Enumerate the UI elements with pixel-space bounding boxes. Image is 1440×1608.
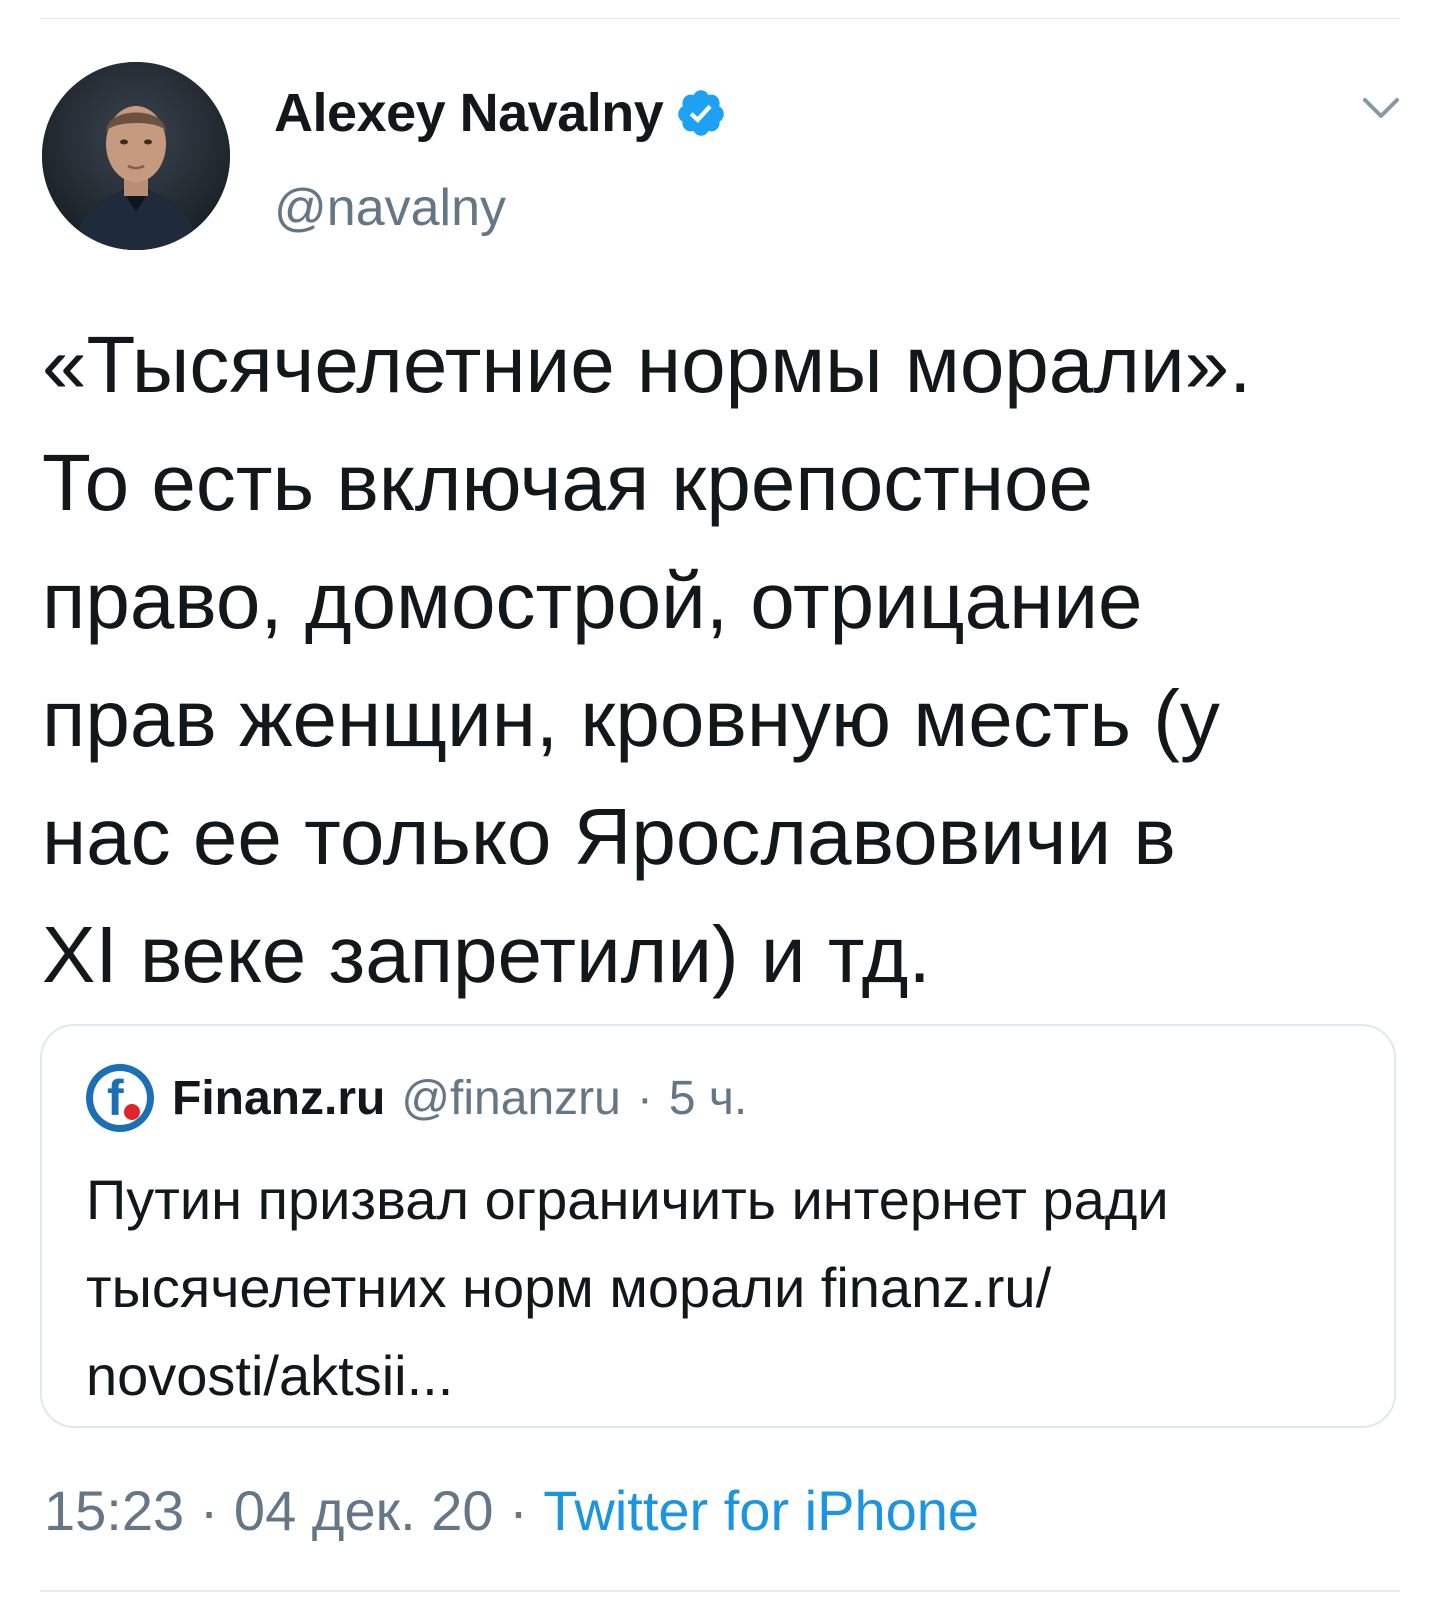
bottom-divider (40, 1590, 1400, 1592)
avatar-photo-icon (42, 62, 230, 250)
caret-down-icon[interactable] (1362, 96, 1400, 122)
finanz-logo-icon: f (86, 1064, 154, 1132)
author-handle[interactable]: @navalny (274, 178, 506, 238)
tweet-source-link[interactable]: Twitter for iPhone (543, 1479, 979, 1542)
tweet-date: 04 дек. 20 (233, 1479, 494, 1542)
meta-separator-1: · (199, 1479, 219, 1542)
author-name-text: Alexey Navalny (274, 83, 664, 143)
avatar[interactable] (42, 62, 230, 250)
tweet-meta: 15:23 · 04 дек. 20 · Twitter for iPhone (44, 1478, 979, 1543)
quoted-author-handle: @finanzru (401, 1071, 621, 1125)
quoted-tweet-text: Путин призвал ограничить интернет ради т… (86, 1168, 1169, 1407)
top-divider (40, 18, 1400, 19)
quoted-timestamp: 5 ч. (668, 1071, 748, 1125)
tweet-time: 15:23 (44, 1479, 185, 1542)
quoted-tweet-card[interactable]: f Finanz.ru @finanzru · 5 ч. Путин призв… (40, 1024, 1396, 1428)
meta-separator-2: · (509, 1479, 528, 1542)
quoted-author-name: Finanz.ru (172, 1071, 386, 1125)
author-name[interactable]: Alexey Navalny (274, 82, 727, 144)
verified-badge-icon (675, 87, 727, 139)
quoted-tweet-header: f Finanz.ru @finanzru · 5 ч. (86, 1064, 747, 1132)
tweet-text: «Тысячелетние нормы морали». То есть вкл… (42, 320, 1252, 999)
quoted-meta-separator: · (636, 1071, 653, 1125)
